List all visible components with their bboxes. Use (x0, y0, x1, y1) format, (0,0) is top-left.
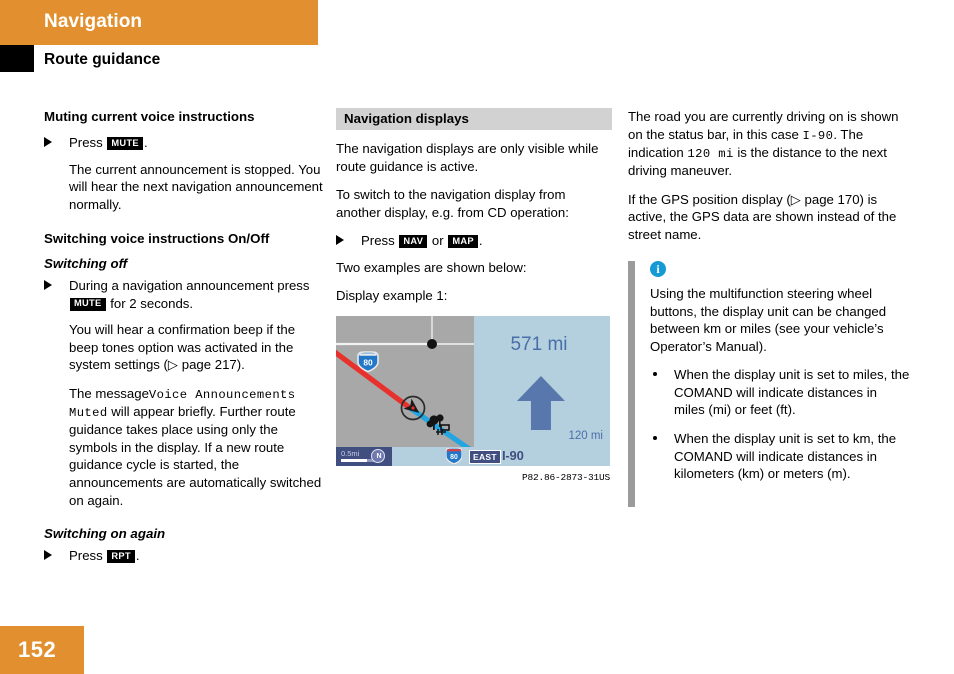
status-bar-scale-group: 0.5mi N (336, 446, 392, 466)
para-announcement-stopped: The current announcement is stopped. You… (69, 161, 323, 212)
page-number: 152 (18, 637, 57, 662)
para-displays-visible: The navigation displays are only visible… (336, 141, 599, 174)
middle-column: Navigation displays The navigation displ… (336, 108, 612, 483)
section-header-navigation-displays: Navigation displays (336, 108, 612, 130)
display-string-distance: 120 mi (687, 146, 734, 161)
step-label: Press (69, 548, 103, 564)
heading-muting-voice: Muting current voice instructions (44, 109, 255, 124)
para-road-on-status-bar: The road you are currently driving on is… (628, 108, 910, 180)
step-press-rpt: Press RPT. (44, 547, 324, 565)
page-title: Navigation (44, 11, 143, 32)
key-map[interactable]: MAP (448, 235, 478, 248)
subheading-switching-on-again: Switching on again (44, 526, 166, 542)
para-lead: The message (69, 385, 149, 401)
map-graphic: 80 (336, 315, 474, 447)
key-rpt[interactable]: RPT (107, 550, 135, 563)
comand-nav-display-screenshot: 80 571 mi 120 mi 0.5mi N 80 EAST I-90 (336, 315, 610, 466)
step-punct: . (478, 233, 483, 249)
triangle-bullet-icon (336, 235, 344, 246)
subheading-switching-off: Switching off (44, 256, 128, 272)
list-item: When the display unit is set to miles, t… (650, 366, 910, 419)
key-mute[interactable]: MUTE (107, 137, 143, 150)
para-voice-announcements-muted: The messageVoice Announcements Muted wil… (44, 385, 324, 509)
step-punct: . (135, 548, 140, 564)
bullet-dot-icon (653, 372, 657, 377)
display-string-road: I-90 (802, 128, 834, 143)
step-duration: for 2 seconds. (110, 295, 194, 311)
note-bullet-list: When the display unit is set to miles, t… (650, 366, 910, 482)
chapter-title: Route guidance (44, 51, 161, 68)
para-switch-to-nav-display: To switch to the navigation display from… (336, 187, 569, 220)
guidance-pane: 571 mi 120 mi (474, 315, 610, 447)
note-text: Using the multifunction steering wheel b… (650, 286, 887, 354)
step-press-nav-or-map: Press NAV or MAP. (336, 232, 612, 250)
note-vertical-rule (628, 261, 635, 508)
step-punct: . (143, 135, 148, 151)
para-two-examples: Two examples are shown below: (336, 259, 527, 275)
triangle-bullet-icon (44, 550, 52, 561)
figure-caption: P82.86-2873-31US (521, 471, 610, 483)
map-scale-bar (341, 458, 367, 462)
compass-icon: N (371, 449, 385, 464)
current-road-name: I-90 (502, 447, 524, 463)
maneuver-arrow-icon (515, 374, 567, 437)
distance-to-next-maneuver: 120 mi (568, 429, 603, 442)
status-route-shield-icon: 80 (445, 447, 463, 465)
bullet-dot-icon (653, 436, 657, 440)
compass-north-label: N (376, 453, 382, 461)
triangle-bullet-icon (44, 280, 52, 291)
para-gps-position-display: If the GPS position display (▷ page 170)… (628, 191, 897, 242)
step-label-2: press (277, 278, 310, 294)
left-column: Muting current voice instructions Press … (44, 108, 324, 574)
chapter-tab-marker (0, 45, 34, 72)
step-line-1: During a navigation announcement (69, 278, 274, 294)
right-column: The road you are currently driving on is… (628, 108, 910, 508)
map-scale-label: 0.5mi (341, 448, 360, 458)
map-pane: 80 (336, 315, 474, 447)
key-mute[interactable]: MUTE (70, 297, 106, 311)
key-nav[interactable]: NAV (399, 235, 428, 248)
step-press-mute-2s: During a navigation announcement press M… (44, 277, 324, 312)
status-shield-number: 80 (450, 455, 458, 462)
list-item-label: When the display unit is set to miles, t… (674, 367, 910, 418)
figure-navigation-display: 80 571 mi 120 mi 0.5mi N 80 EAST I-90 P8… (336, 315, 610, 483)
step-press-mute: Press MUTE. (44, 134, 324, 152)
para-display-example-1: Display example 1: (336, 288, 448, 304)
step-conjunction: or (431, 233, 444, 249)
info-icon: i (650, 261, 666, 278)
heading-switching-voice: Switching voice instructions On/Off (44, 231, 270, 247)
list-item-label: When the display unit is set to km, the … (674, 431, 897, 482)
travel-direction-badge: EAST (469, 449, 501, 464)
note-box: i Using the multifunction steering wheel… (628, 261, 910, 508)
route-shield-icon: 80 (357, 351, 379, 373)
triangle-bullet-icon (44, 137, 52, 148)
display-status-bar: 0.5mi N 80 EAST I-90 (336, 446, 610, 466)
list-item: When the display unit is set to km, the … (650, 430, 910, 483)
para-confirmation-beep: You will hear a confirmation beep if the… (69, 322, 296, 373)
svg-text:80: 80 (363, 357, 373, 367)
step-label: Press (69, 135, 103, 151)
distance-to-destination: 571 mi (510, 333, 568, 355)
step-label: Press (361, 233, 395, 249)
